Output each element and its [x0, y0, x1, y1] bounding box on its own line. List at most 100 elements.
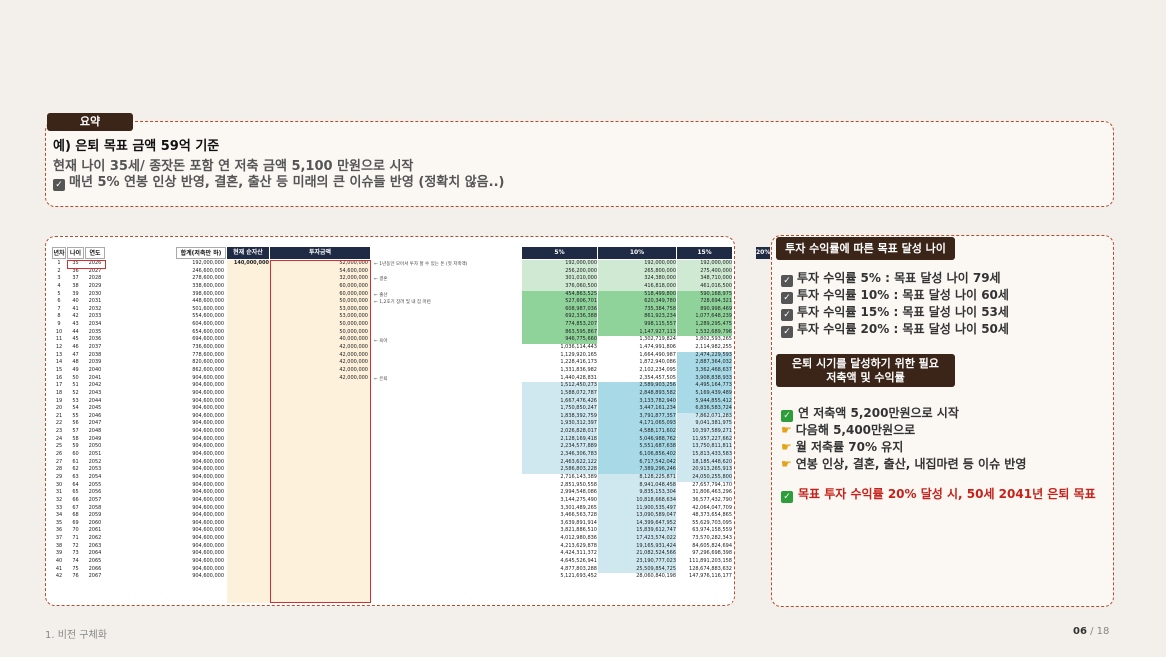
age-cell: 70: [72, 527, 79, 534]
rate-15pct-cell: 728,694,321: [677, 298, 732, 306]
year-cell: 2062: [88, 535, 102, 542]
rate-5pct-cell: 4,213,629,878: [560, 542, 597, 549]
memo-note: ← 1,2호기 장려 및 내 집 마련: [374, 300, 431, 306]
rate-10pct-cell: 1,302,719,824: [639, 336, 676, 343]
year-index-cell: 21: [55, 412, 63, 419]
column-header: 10%: [598, 247, 676, 259]
page-number: 06 / 18: [1073, 626, 1109, 637]
rate-15pct-cell: 4,495,164,773: [677, 382, 732, 390]
year-index-cell: 5: [57, 290, 61, 297]
year-cell: 2059: [88, 512, 102, 519]
age-cell: 42: [72, 313, 79, 320]
rate-5pct-cell: 4,424,311,372: [560, 550, 597, 557]
year-index-cell: 9: [57, 321, 61, 328]
year-index-cell: 31: [55, 489, 63, 496]
savings-total-cell: 904,600,000: [192, 535, 224, 542]
goal-age-item: ✓ 투자 수익률 5% : 목표 달성 나이 79세: [781, 269, 1001, 287]
age-cell: 60: [72, 451, 79, 458]
age-cell: 56: [72, 420, 79, 427]
age-cell: 47: [72, 351, 79, 358]
savings-total-cell: 736,600,000: [192, 344, 224, 351]
rate-5pct-cell: 2,346,306,783: [522, 451, 597, 459]
age-column: 35 36 37 38 39 40 41 42 43 44 45 46 47 48 49 50 51 52 53 54…: [67, 260, 84, 581]
savings-total-cell: 904,600,000: [192, 412, 224, 419]
year-index-cell: 6: [57, 298, 61, 305]
savings-total-cell: 904,600,000: [192, 435, 224, 442]
year-cell: 2042: [88, 382, 102, 389]
year-cell: 2050: [88, 443, 102, 450]
rate-10pct-cell: 28,060,840,198: [636, 573, 676, 580]
column-header: 나이: [67, 247, 84, 259]
year-cell: 2045: [88, 405, 102, 412]
final-target-text: 목표 투자 수익률 20% 달성 시, 50세 2041년 은퇴 목표: [798, 487, 1096, 501]
rate-15pct-cell: 2,474,229,593: [677, 351, 732, 360]
savings-total-cell: 904,600,000: [192, 557, 224, 564]
year-index-cell: 12: [55, 344, 63, 351]
year-cell: 2028: [88, 275, 102, 282]
year-cell: 2043: [88, 389, 102, 396]
rate-10pct-cell: 4,588,171,602: [598, 428, 676, 436]
rate-5pct-cell: 4,012,980,836: [560, 535, 597, 542]
year-index-cell: 11: [55, 336, 63, 343]
savings-total-cell: 904,600,000: [192, 389, 224, 396]
requirement-tag-line1: 은퇴 시기를 달성하기 위한 필요: [792, 357, 939, 370]
memo-note: ← 결혼: [374, 277, 388, 283]
savings-total-cell: 904,600,000: [192, 458, 224, 465]
age-cell: 45: [72, 336, 79, 343]
rate-10pct-cell: 3,791,877,357: [598, 412, 676, 421]
rate-10pct-cell: 11,900,535,497: [598, 504, 676, 513]
year-index-cell: 20: [55, 405, 63, 412]
year-index-cell: 34: [55, 512, 63, 519]
age-cell: 43: [72, 321, 79, 328]
rate-5pct-cell: 946,775,660: [522, 336, 597, 345]
rate-10pct-cell: 192,000,000: [598, 260, 676, 268]
rate-5pct-cell: 774,853,207: [522, 321, 597, 329]
age-cell: 67: [72, 504, 79, 511]
age-cell: 57: [72, 428, 79, 435]
requirement-tag: 은퇴 시기를 달성하기 위한 필요 저축액 및 수익률: [776, 354, 955, 387]
age-cell: 38: [72, 282, 79, 289]
year-index-cell: 29: [55, 473, 63, 480]
year-index-cell: 15: [55, 366, 63, 373]
year-cell: 2039: [88, 359, 102, 366]
rate-15pct-cell: 1,532,689,796: [677, 328, 732, 337]
rate-10pct-cell: 25,509,854,725: [598, 565, 676, 574]
rate-10pct-cell: 998,115,557: [598, 321, 676, 329]
memo-note: ← 출산: [374, 292, 388, 298]
age-cell: 37: [72, 275, 79, 282]
rate-5pct-cell: 1,331,836,982: [560, 366, 597, 373]
savings-total-cell: 904,600,000: [192, 382, 224, 389]
age-cell: 59: [72, 443, 79, 450]
summary-line-assumption: ✓ 매년 5% 연봉 인상 반영, 결혼, 출산 등 미래의 큰 이슈들 반영 (…: [53, 171, 504, 191]
year-cell: 2067: [88, 573, 102, 580]
rate-5pct-cell: 1,588,072,787: [522, 389, 597, 398]
rate-5pct-cell: 5,121,693,452: [560, 573, 597, 580]
savings-total-cell: 904,600,000: [192, 481, 224, 488]
age-cell: 62: [72, 466, 79, 473]
highlight-frame-year: [67, 260, 106, 269]
age-cell: 72: [72, 542, 79, 549]
savings-total-cell: 904,600,000: [192, 550, 224, 557]
page-separator: /: [1090, 626, 1094, 637]
age-cell: 49: [72, 366, 79, 373]
total-pages: 18: [1096, 626, 1110, 637]
goal-age-text: 투자 수익률 20% : 목표 달성 나이 50세: [797, 322, 1009, 336]
rate-15pct-cell: 11,957,227,662: [677, 435, 732, 444]
year-index-cell: 27: [55, 458, 63, 465]
rate-10pct-cell: 17,423,574,022: [598, 535, 676, 543]
year-cell: 2054: [88, 473, 102, 480]
rate-5pct-cell: 2,026,828,017: [522, 428, 597, 436]
year-cell: 2063: [88, 542, 102, 549]
summary-line-assumption-text: 매년 5% 연봉 인상 반영, 결혼, 출산 등 미래의 큰 이슈들 반영 (정…: [69, 175, 505, 190]
rate-15pct-cell: 63,974,158,559: [692, 527, 732, 534]
year-index-cell: 3: [57, 275, 61, 282]
rate-10pct-cell: 10,818,668,634: [598, 496, 676, 505]
rate-10pct-cell: 2,354,457,505: [639, 374, 676, 381]
rate-10pct-cell: 6,717,542,042: [598, 458, 676, 467]
pointing-hand-icon: ☛: [781, 440, 792, 454]
requirement-item: ✓ 연 저축액 5,200만원으로 시작: [781, 404, 959, 422]
rate-5pct-cell: 2,463,622,122: [522, 458, 597, 467]
year-cell: 2034: [88, 321, 102, 328]
year-cell: 2061: [88, 527, 102, 534]
year-index-cell: 35: [55, 519, 63, 526]
